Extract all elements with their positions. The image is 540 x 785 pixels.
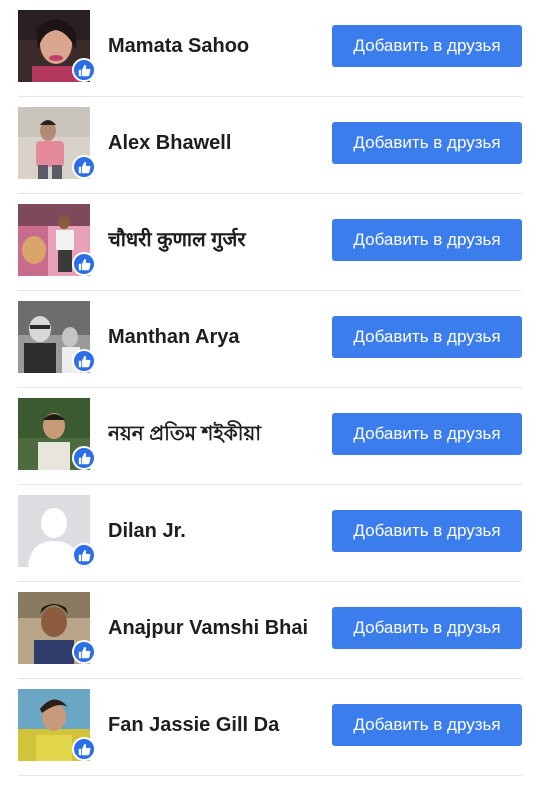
thumbs-up-icon [72,737,96,761]
person-name[interactable]: Manthan Arya [108,291,323,383]
avatar[interactable] [18,689,96,761]
avatar[interactable] [18,398,96,470]
divider [18,775,522,776]
add-friend-button[interactable]: Добавить в друзья [332,316,522,358]
thumbs-up-icon [72,155,96,179]
thumbs-up-icon [72,58,96,82]
person-name[interactable]: चौधरी कुणाल गुर्जर [108,194,323,286]
avatar[interactable] [18,107,96,179]
avatar[interactable] [18,592,96,664]
add-friend-button[interactable]: Добавить в друзья [332,122,522,164]
add-friend-button[interactable]: Добавить в друзья [332,25,522,67]
list-item: Alex Bhawell Добавить в друзья [18,97,522,194]
thumbs-up-icon [72,446,96,470]
list-item: चौधरी कुणाल गुर्जर Добавить в друзья [18,194,522,291]
add-friend-button[interactable]: Добавить в друзья [332,510,522,552]
avatar[interactable] [18,204,96,276]
person-name[interactable]: Dilan Jr. [108,485,323,577]
list-item: Manthan Arya Добавить в друзья [18,291,522,388]
person-name[interactable]: Alex Bhawell [108,97,323,189]
list-item: Fan Jassie Gill Da Добавить в друзья [18,679,522,776]
thumbs-up-icon [72,640,96,664]
thumbs-up-icon [72,252,96,276]
avatar[interactable] [18,495,96,567]
add-friend-button[interactable]: Добавить в друзья [332,607,522,649]
add-friend-button[interactable]: Добавить в друзья [332,219,522,261]
person-name[interactable]: নয়ন প্ৰতিম শইকীয়া [108,388,323,480]
list-item: নয়ন প্ৰতিম শইকীয়া Добавить в друзья [18,388,522,485]
list-item: Anajpur Vamshi Bhai Добавить в друзья [18,582,522,679]
avatar[interactable] [18,10,96,82]
person-name[interactable]: Fan Jassie Gill Da [108,679,323,771]
thumbs-up-icon [72,349,96,373]
avatar[interactable] [18,301,96,373]
thumbs-up-icon [72,543,96,567]
add-friend-button[interactable]: Добавить в друзья [332,704,522,746]
list-item: Dilan Jr. Добавить в друзья [18,485,522,582]
person-name[interactable]: Mamata Sahoo [108,0,323,92]
person-name[interactable]: Anajpur Vamshi Bhai [108,582,323,674]
list-item: Mamata Sahoo Добавить в друзья [18,0,522,97]
add-friend-button[interactable]: Добавить в друзья [332,413,522,455]
